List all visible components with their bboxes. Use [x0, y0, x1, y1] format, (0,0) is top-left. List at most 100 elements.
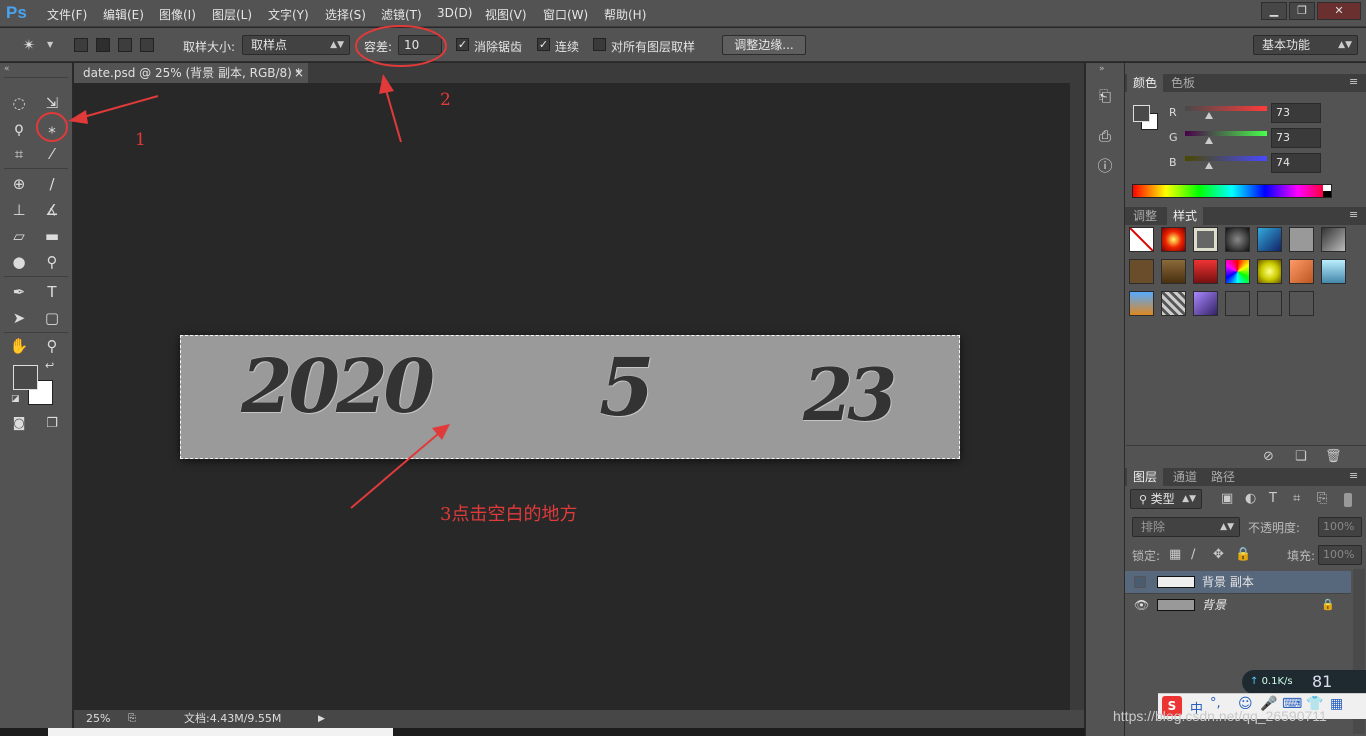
search-icon: ⚲ [1139, 493, 1151, 506]
layer-filter-select[interactable]: ⚲ 类型 ▲▼ [1130, 489, 1202, 509]
channel-b-input[interactable]: 74 [1271, 153, 1321, 173]
zoom-level[interactable]: 25% [86, 710, 110, 728]
upload-arrow-icon: ↑ [1250, 676, 1262, 687]
opacity-label: 不透明度: [1248, 521, 1301, 535]
status-menu-arrow-icon[interactable]: ▶ [318, 710, 325, 728]
panel-menu-icon[interactable]: ≡ [1349, 208, 1358, 221]
new-style-icon[interactable]: ❏ [1295, 449, 1307, 464]
style-swatch[interactable] [1321, 227, 1346, 252]
style-swatch[interactable] [1257, 259, 1282, 284]
tab-color[interactable]: 颜色 [1127, 74, 1164, 92]
spectrum-black[interactable] [1323, 191, 1331, 197]
style-swatch[interactable] [1321, 259, 1346, 284]
color-panel-tabs: 颜色 色板 ≡ [1125, 74, 1366, 92]
channel-g-thumb[interactable] [1205, 137, 1213, 144]
filter-smart-icon[interactable]: ⎘ [1317, 491, 1327, 506]
style-swatch[interactable] [1161, 291, 1186, 316]
blend-mode-select[interactable]: 排除 ▲▼ [1132, 517, 1240, 537]
style-swatch[interactable] [1161, 259, 1186, 284]
channel-b-slider[interactable] [1185, 156, 1267, 161]
no-style-icon [1129, 227, 1154, 252]
opacity-input[interactable]: 100% [1318, 517, 1362, 537]
style-swatch[interactable] [1193, 259, 1218, 284]
panel-icon-column: » ⎗ ⎙ ⓘ [1085, 63, 1124, 736]
style-swatch[interactable] [1225, 227, 1250, 252]
tab-adjustments[interactable]: 调整 [1127, 207, 1163, 225]
channel-r-slider[interactable] [1185, 106, 1267, 111]
layer-thumbnail [1157, 599, 1195, 611]
channel-r-input[interactable]: 73 [1271, 103, 1321, 123]
watermark: https://blog.csdn.net/qq_26590711 [1113, 708, 1327, 724]
delete-style-icon[interactable]: 🗑 [1325, 449, 1342, 464]
fill-label: 填充: [1287, 549, 1316, 563]
channel-r-label: R [1169, 106, 1177, 119]
lock-pixels-icon[interactable]: ∕ [1191, 547, 1195, 562]
layer-row-selected[interactable]: 背景 副本 [1125, 571, 1351, 593]
document-size: 文档:4.43M/9.55M [184, 712, 282, 725]
history-panel-icon[interactable]: ⎗ [1094, 85, 1116, 107]
annotation-arrow-3 [350, 433, 439, 509]
tab-channels[interactable]: 通道 [1167, 468, 1203, 486]
annotation-circle-2 [355, 25, 447, 67]
style-swatch[interactable] [1193, 291, 1218, 316]
filter-toggle-icon[interactable] [1344, 493, 1352, 507]
lock-icon: 🔒 [1321, 598, 1335, 611]
tab-swatches[interactable]: 色板 [1165, 74, 1201, 92]
collapse-icon[interactable]: » [1099, 64, 1105, 74]
layer-row[interactable]: 👁 背景 🔒 [1125, 593, 1351, 615]
style-swatch[interactable] [1193, 227, 1218, 252]
style-swatch[interactable] [1289, 227, 1314, 252]
toolbox-grid-icon[interactable]: ▦ [1330, 696, 1343, 712]
eye-icon[interactable]: 👁 [1134, 594, 1149, 616]
net-speed: 0.1K/s [1261, 676, 1293, 687]
panel-menu-icon[interactable]: ≡ [1349, 469, 1358, 482]
lock-all-icon[interactable]: 🔒 [1235, 547, 1251, 562]
filter-type-icon[interactable]: T [1269, 491, 1277, 506]
style-swatch[interactable] [1129, 227, 1154, 252]
style-swatch[interactable] [1257, 227, 1282, 252]
clear-style-icon[interactable]: ⊘ [1263, 449, 1274, 464]
style-swatch[interactable] [1257, 291, 1282, 316]
fill-input[interactable]: 100% [1318, 545, 1362, 565]
channel-g-slider[interactable] [1185, 131, 1267, 136]
layer-visibility-toggle[interactable] [1134, 576, 1146, 588]
layer-filter-value: 类型 [1150, 492, 1175, 506]
layer-name[interactable]: 背景 [1202, 594, 1226, 616]
tab-layers[interactable]: 图层 [1127, 468, 1164, 486]
lock-position-icon[interactable]: ✥ [1213, 547, 1224, 562]
right-panels: 颜色 色板 ≡ R 73 G 73 B 74 调整 样式 ≡ ⊘ ❏ 🗑 图层 … [1124, 63, 1366, 736]
info-panel-icon[interactable]: ⓘ [1094, 155, 1116, 177]
filter-shape-icon[interactable]: ⌗ [1293, 491, 1300, 506]
annotation-arrow-2 [385, 89, 402, 143]
blend-mode-value: 排除 [1141, 520, 1166, 534]
channel-b-thumb[interactable] [1205, 162, 1213, 169]
style-swatch[interactable] [1289, 291, 1314, 316]
filter-adjustment-icon[interactable]: ◐ [1245, 491, 1256, 506]
annotation-arrowhead-1 [68, 110, 88, 124]
style-swatch[interactable] [1289, 259, 1314, 284]
annotation-arrow-1 [79, 95, 159, 119]
share-icon[interactable]: ⎘ [128, 710, 136, 728]
filter-pixel-icon[interactable]: ▣ [1221, 491, 1233, 506]
chevron-down-icon: ▲▼ [1220, 522, 1234, 532]
layer-name[interactable]: 背景 副本 [1202, 571, 1254, 593]
style-swatch[interactable] [1225, 259, 1250, 284]
style-swatch[interactable] [1129, 291, 1154, 316]
style-swatch[interactable] [1129, 259, 1154, 284]
tab-styles[interactable]: 样式 [1167, 207, 1204, 225]
style-swatch[interactable] [1225, 291, 1250, 316]
color-fg-swatch[interactable] [1133, 105, 1150, 122]
lock-transparent-icon[interactable]: ▦ [1169, 547, 1181, 562]
annotation-label-2: 2 [440, 90, 451, 110]
channel-b-label: B [1169, 156, 1177, 169]
annotation-label-3: 3点击空白的地方 [440, 504, 578, 525]
adjust-panel-icon[interactable]: ⎙ [1094, 125, 1116, 147]
panel-menu-icon[interactable]: ≡ [1349, 75, 1358, 88]
tab-paths[interactable]: 路径 [1205, 468, 1241, 486]
style-swatch[interactable] [1161, 227, 1186, 252]
color-spectrum-bar[interactable] [1132, 184, 1332, 198]
taskbar-item [48, 728, 393, 736]
channel-r-thumb[interactable] [1205, 112, 1213, 119]
channel-g-input[interactable]: 73 [1271, 128, 1321, 148]
layers-panel-tabs: 图层 通道 路径 ≡ [1125, 468, 1366, 486]
